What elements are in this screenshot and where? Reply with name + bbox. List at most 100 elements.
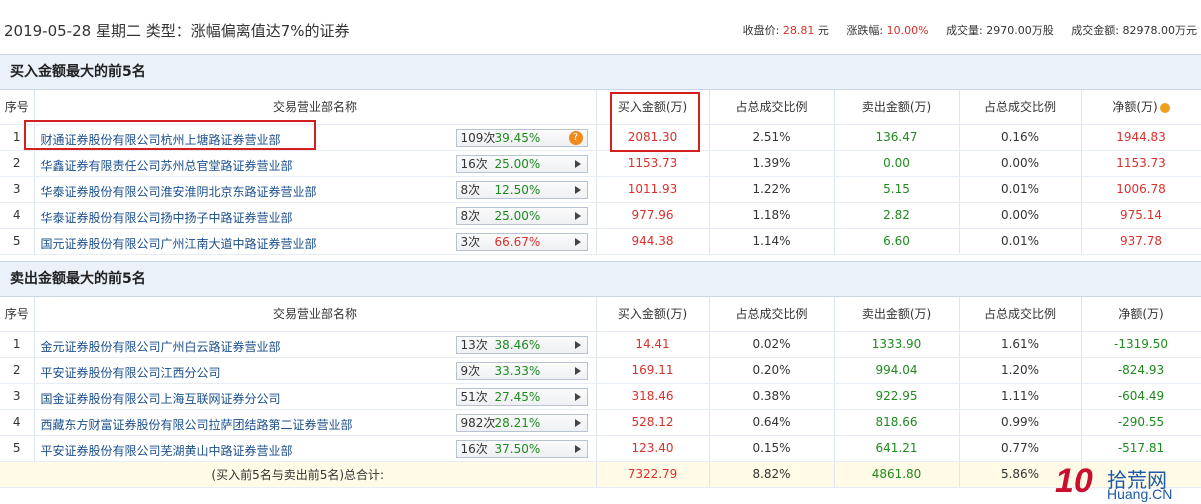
seat-win-rate: 28.21% — [494, 415, 541, 430]
col-header-buy-amount[interactable]: 买入金额(万) — [596, 90, 710, 125]
seat-stats-button[interactable]: 8次 12.50% — [455, 180, 588, 199]
arrow-right-icon[interactable] — [574, 392, 581, 401]
seat-stats-button[interactable]: 51次 27.45% — [455, 387, 588, 406]
sell-amount: 641.21 — [834, 435, 960, 462]
help-icon[interactable]: ? — [568, 130, 583, 145]
buy-ratio: 0.15% — [709, 435, 835, 462]
arrow-right-icon[interactable] — [574, 211, 581, 220]
table-row: 2 平安证券股份有限公司江西分公司 9次 33.33% 169.11 0.20% 994.0… — [0, 357, 1201, 384]
arrow-right-icon[interactable] — [574, 237, 581, 246]
total-label: (买入前5名与卖出前5名)总合计: — [0, 461, 597, 488]
site-logo: 10 拾荒网 Huang.CN — [1055, 462, 1195, 502]
row-index: 3 — [0, 176, 35, 203]
seat-win-rate: 33.33% — [494, 363, 541, 378]
seat-stats-button[interactable]: 9次 33.33% — [455, 361, 588, 380]
table-row: 4 西藏东方财富证券股份有限公司拉萨团结路第二证券营业部 982次 28.21% 528… — [0, 409, 1201, 436]
seat-count: 16次 — [460, 156, 488, 171]
seat-stats-button[interactable]: 982次 28.21% — [455, 413, 588, 432]
sell-amount: 922.95 — [834, 383, 960, 410]
table-header-row: 序号 交易营业部名称 买入金额(万) 占总成交比例 卖出金额(万) 占总成交比例… — [0, 90, 1201, 125]
seat-count: 16次 — [460, 441, 488, 456]
net-amount: -824.93 — [1081, 357, 1201, 384]
seat-cell[interactable]: 华鑫证券有限责任公司苏州总官堂路证券营业部 16次 25.00% — [34, 150, 597, 177]
sell-ratio: 0.16% — [959, 124, 1082, 151]
seat-cell[interactable]: 西藏东方财富证券股份有限公司拉萨团结路第二证券营业部 982次 28.21% — [34, 409, 597, 436]
logo-en: Huang.CN — [1107, 486, 1173, 502]
col-header-sell-amount[interactable]: 卖出金额(万) — [834, 297, 960, 332]
seat-cell[interactable]: 财通证券股份有限公司杭州上塘路证券营业部 109次 39.45%? — [34, 124, 597, 151]
seat-stats-button[interactable]: 16次 25.00% — [455, 154, 588, 173]
col-header-buy-amount[interactable]: 买入金额(万) — [596, 297, 710, 332]
seat-cell[interactable]: 华泰证券股份有限公司扬中扬子中路证券营业部 8次 25.00% — [34, 202, 597, 229]
sell-ratio: 0.00% — [959, 202, 1082, 229]
seat-cell[interactable]: 国金证券股份有限公司上海互联网证券分公司 51次 27.45% — [34, 383, 597, 410]
col-header-buy-ratio[interactable]: 占总成交比例 — [709, 297, 835, 332]
sell-top5-table: 序号 交易营业部名称 买入金额(万) 占总成交比例 卖出金额(万) 占总成交比例… — [0, 297, 1201, 488]
col-header-buy-ratio[interactable]: 占总成交比例 — [709, 90, 835, 125]
buy-ratio: 0.02% — [709, 331, 835, 358]
arrow-right-icon[interactable] — [574, 340, 581, 349]
arrow-right-icon[interactable] — [574, 159, 581, 168]
table-row: 3 华泰证券股份有限公司淮安淮阴北京东路证券营业部 8次 12.50% 1011.93 1… — [0, 176, 1201, 203]
seat-count: 982次 — [460, 415, 496, 430]
seat-stats-button[interactable]: 13次 38.46% — [455, 335, 588, 354]
net-amount: 937.78 — [1081, 228, 1201, 255]
arrow-right-icon[interactable] — [574, 444, 581, 453]
col-header-sell-ratio[interactable]: 占总成交比例 — [959, 297, 1082, 332]
seat-stats-button[interactable]: 16次 37.50% — [455, 439, 588, 458]
seat-name-link[interactable]: 平安证券股份有限公司芜湖黄山中路证券营业部 — [41, 442, 293, 459]
seat-name-link[interactable]: 华泰证券股份有限公司扬中扬子中路证券营业部 — [41, 209, 293, 226]
buy-top5-table: 序号 交易营业部名称 买入金额(万) 占总成交比例 卖出金额(万) 占总成交比例… — [0, 90, 1201, 255]
row-index: 5 — [0, 435, 35, 462]
volume-stat: 成交量: 2970.00万股 — [946, 24, 1054, 37]
net-amount: -604.49 — [1081, 383, 1201, 410]
row-index: 4 — [0, 202, 35, 229]
seat-name-link[interactable]: 财通证券股份有限公司杭州上塘路证券营业部 — [41, 131, 281, 148]
net-amount: 1944.83 — [1081, 124, 1201, 151]
seat-cell[interactable]: 华泰证券股份有限公司淮安淮阴北京东路证券营业部 8次 12.50% — [34, 176, 597, 203]
seat-stats-button[interactable]: 3次 66.67% — [455, 232, 588, 251]
row-index: 4 — [0, 409, 35, 436]
seat-count: 13次 — [460, 337, 488, 352]
col-header-index: 序号 — [0, 90, 35, 125]
seat-name-link[interactable]: 国元证券股份有限公司广州江南大道中路证券营业部 — [41, 235, 317, 252]
sell-ratio: 0.01% — [959, 176, 1082, 203]
col-header-net[interactable]: 净额(万) — [1081, 297, 1201, 332]
total-buy-ratio: 8.82% — [709, 461, 835, 488]
arrow-right-icon[interactable] — [574, 185, 581, 194]
sell-section-title: 卖出金额最大的前5名 — [0, 261, 1201, 297]
col-header-net[interactable]: 净额(万) — [1081, 90, 1201, 125]
sell-amount: 0.00 — [834, 150, 960, 177]
seat-name-link[interactable]: 金元证券股份有限公司广州白云路证券营业部 — [41, 338, 281, 355]
seat-stats-button[interactable]: 109次 39.45%? — [455, 128, 588, 147]
row-index: 2 — [0, 357, 35, 384]
seat-cell[interactable]: 平安证券股份有限公司芜湖黄山中路证券营业部 16次 37.50% — [34, 435, 597, 462]
seat-stats-button[interactable]: 8次 25.00% — [455, 206, 588, 225]
seat-win-rate: 37.50% — [494, 441, 541, 456]
arrow-right-icon[interactable] — [574, 366, 581, 375]
sort-icon[interactable] — [1159, 102, 1170, 113]
seat-name-link[interactable]: 西藏东方财富证券股份有限公司拉萨团结路第二证券营业部 — [41, 416, 353, 433]
seat-name-link[interactable]: 平安证券股份有限公司江西分公司 — [41, 364, 221, 381]
total-row: (买入前5名与卖出前5名)总合计: 7322.79 8.82% 4861.80 5.86… — [0, 461, 1201, 488]
seat-cell[interactable]: 平安证券股份有限公司江西分公司 9次 33.33% — [34, 357, 597, 384]
sell-amount: 5.15 — [834, 176, 960, 203]
sell-amount: 1333.90 — [834, 331, 960, 358]
seat-cell[interactable]: 国元证券股份有限公司广州江南大道中路证券营业部 3次 66.67% — [34, 228, 597, 255]
seat-name-link[interactable]: 华鑫证券有限责任公司苏州总官堂路证券营业部 — [41, 157, 293, 174]
arrow-right-icon[interactable] — [574, 418, 581, 427]
seat-name-link[interactable]: 华泰证券股份有限公司淮安淮阴北京东路证券营业部 — [41, 183, 317, 200]
buy-ratio: 1.18% — [709, 202, 835, 229]
page-title: 2019-05-28 星期二 类型：涨幅偏离值达7%的证券 — [4, 22, 350, 40]
col-header-sell-amount[interactable]: 卖出金额(万) — [834, 90, 960, 125]
turnover-stat: 成交金额: 82978.00万元 — [1071, 24, 1197, 37]
col-header-sell-ratio[interactable]: 占总成交比例 — [959, 90, 1082, 125]
seat-win-rate: 38.46% — [494, 337, 541, 352]
net-amount: -517.81 — [1081, 435, 1201, 462]
seat-win-rate: 66.67% — [494, 234, 541, 249]
total-buy: 7322.79 — [596, 461, 710, 488]
buy-ratio: 2.51% — [709, 124, 835, 151]
seat-cell[interactable]: 金元证券股份有限公司广州白云路证券营业部 13次 38.46% — [34, 331, 597, 358]
seat-name-link[interactable]: 国金证券股份有限公司上海互联网证券分公司 — [41, 390, 281, 407]
seat-count: 9次 — [460, 363, 481, 378]
